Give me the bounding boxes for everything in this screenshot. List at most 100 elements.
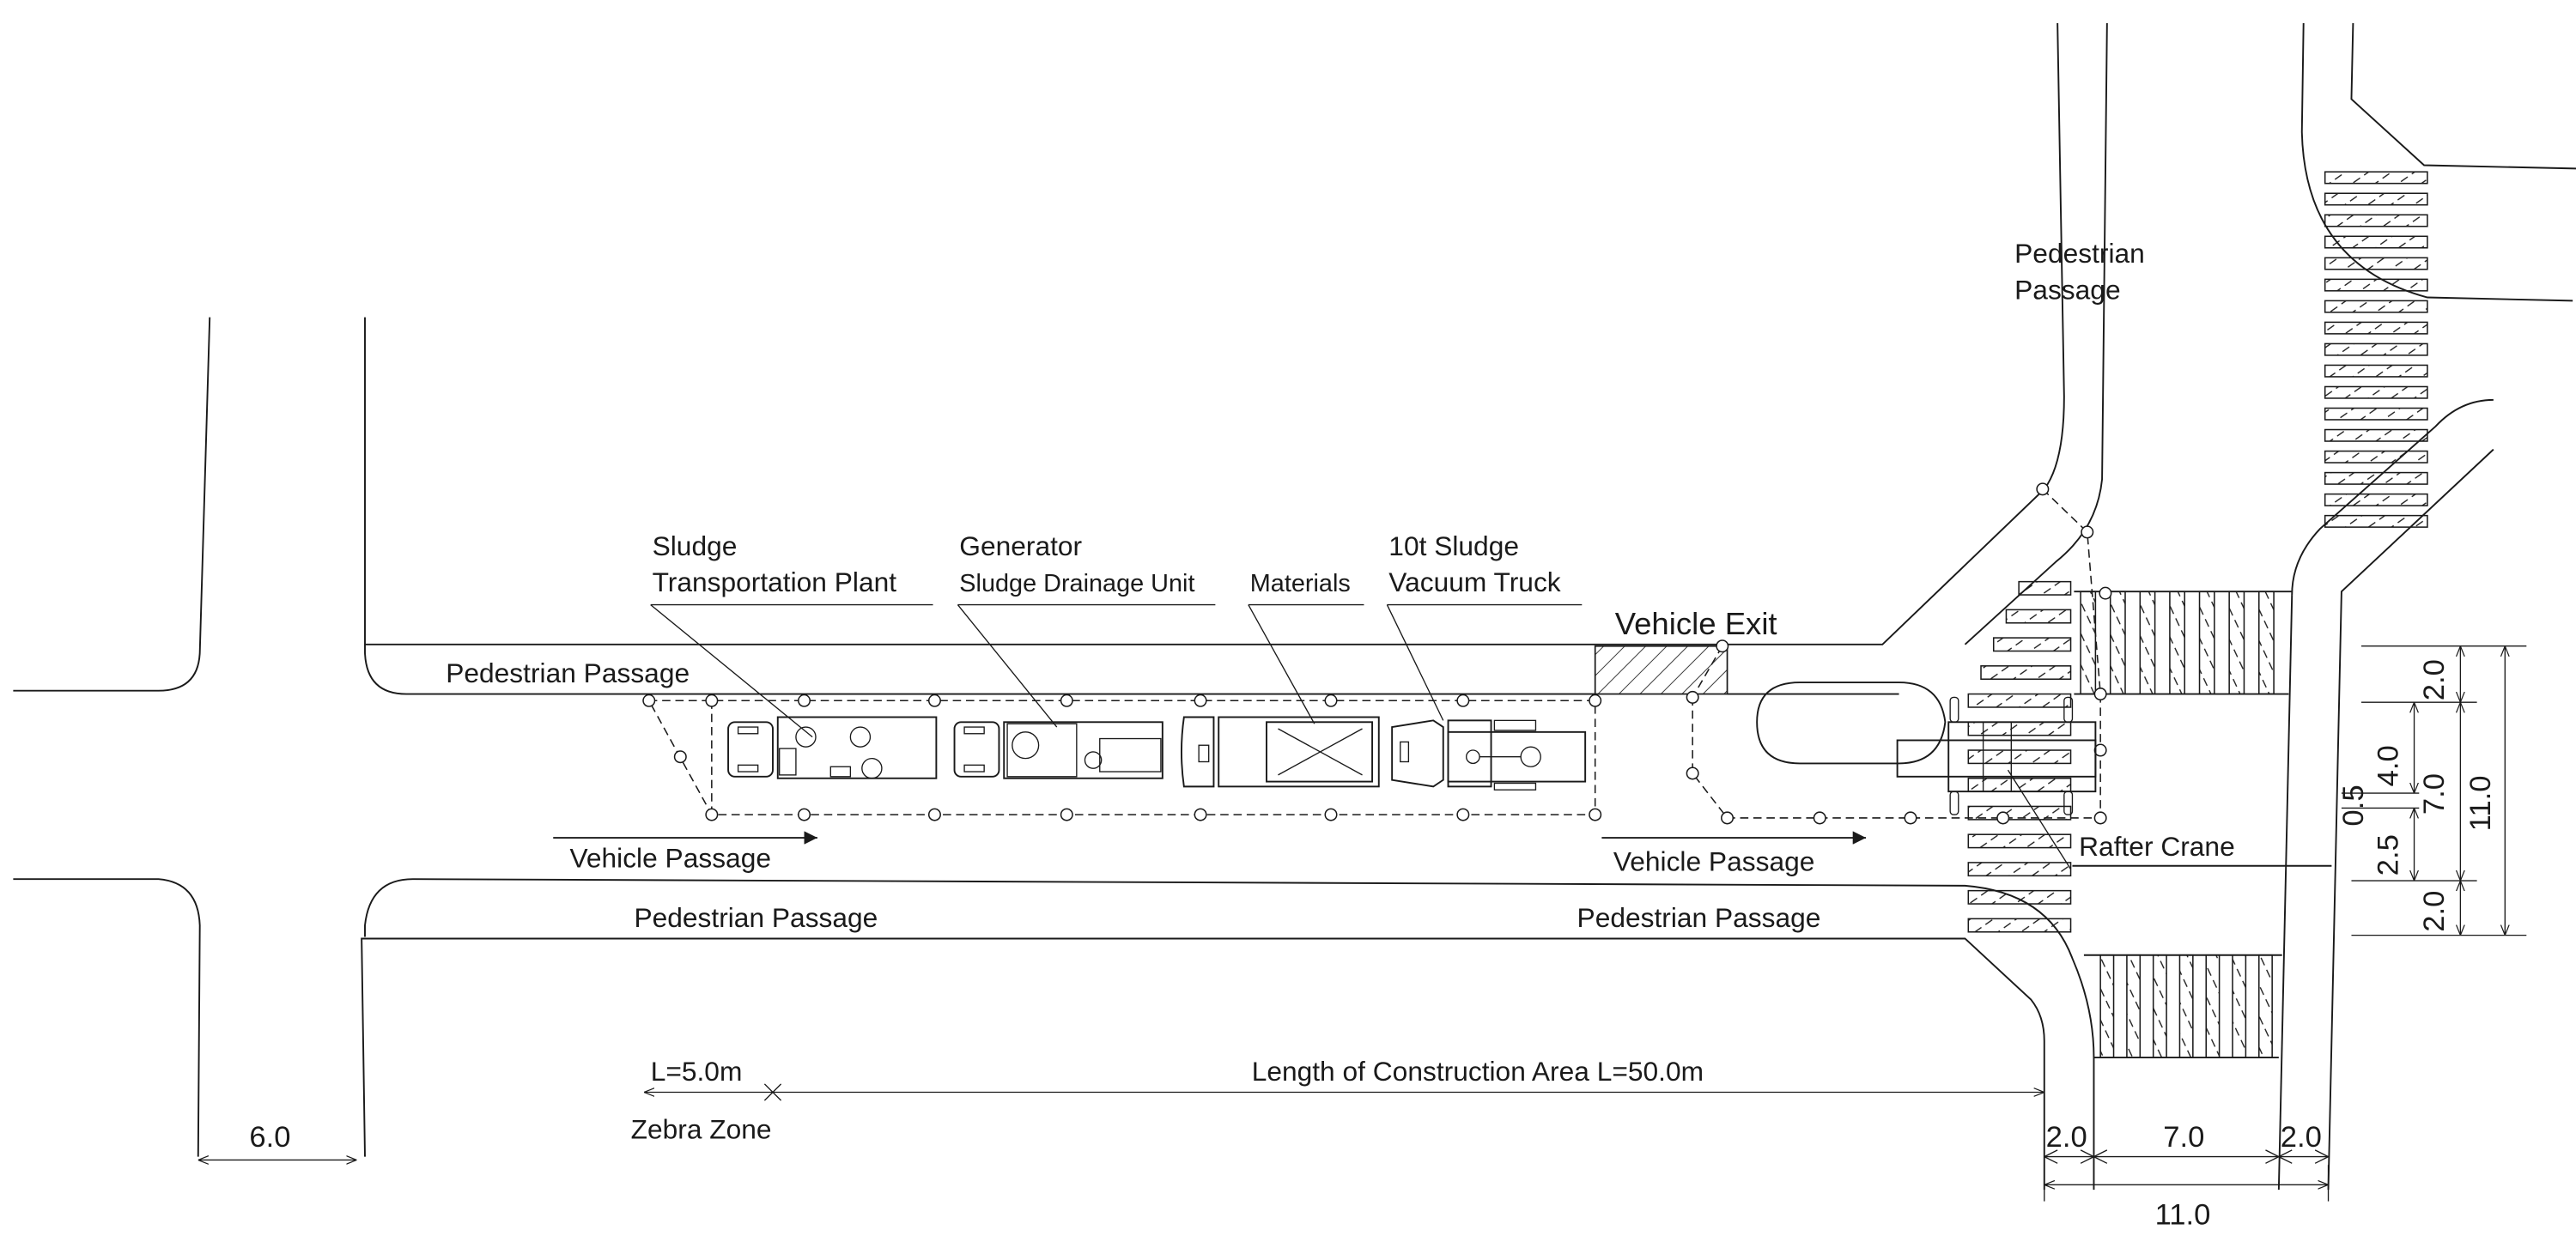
fence-post [1721, 811, 1735, 825]
zebra-stripe [1967, 889, 2072, 905]
left-road-top-edge [13, 317, 211, 692]
svg-text:7.0: 7.0 [2418, 773, 2451, 815]
fence-post [1686, 766, 1699, 780]
label-generator-1: Generator [959, 530, 1082, 561]
zebra-stripe [2324, 278, 2428, 292]
zebra-stripe [2324, 321, 2428, 335]
zebra-stripe [1967, 693, 2072, 708]
fence-post [2099, 586, 2112, 600]
label-materials: Materials [1250, 570, 1351, 597]
zebra-stripe [2205, 954, 2221, 1058]
dimension-construction-length: L=5.0m Zebra Zone Length of Construction… [631, 1056, 2044, 1144]
construction-layout-diagram: Sludge Transportation Plant Generator Sl… [13, 22, 2576, 1232]
label-pedestrian-bottom-left: Pedestrian Passage [634, 902, 878, 933]
zebra-stripe [2099, 954, 2115, 1058]
zebra-crossing-east-top [2074, 591, 2293, 695]
zebra-stripe [1967, 862, 2072, 877]
fence-post [927, 694, 941, 707]
main-top-curb [364, 317, 1595, 695]
zebra-crossing-east-bottom [2083, 954, 2282, 1059]
zebra-crossing-north [2324, 171, 2428, 528]
label-pedestrian-north-1: Pedestrian [2014, 238, 2145, 269]
zebra-stripe [2324, 407, 2428, 421]
upper-right-road-left [1964, 22, 2108, 645]
fence-post [1456, 808, 1470, 821]
svg-text:2.0: 2.0 [2418, 659, 2451, 700]
fence-post [798, 694, 811, 707]
svg-text:2.0: 2.0 [2046, 1121, 2087, 1154]
label-sludge-transport-1: Sludge [653, 530, 738, 561]
label-construction-length: Length of Construction Area L=50.0m [1252, 1056, 1704, 1087]
zebra-stripe [2324, 493, 2428, 506]
zebra-stripe [2139, 591, 2156, 695]
zebra-stripe [2324, 450, 2428, 464]
label-zebra-length: L=5.0m [651, 1056, 743, 1087]
zebra-stripe [2324, 428, 2428, 442]
fence-post [1060, 808, 1073, 821]
zebra-stripe [2005, 609, 2072, 624]
fence-post [673, 750, 687, 764]
label-vacuum-2: Vacuum Truck [1388, 566, 1560, 597]
fence-post [1716, 639, 1729, 653]
zebra-stripe [2324, 342, 2428, 356]
fence-post [1194, 808, 1207, 821]
zebra-stripe [2169, 591, 2186, 695]
zebra-stripe [2324, 192, 2428, 206]
svg-text:7.0: 7.0 [2163, 1121, 2204, 1154]
main-top-sidewalk-edge [365, 22, 2065, 645]
svg-text:11.0: 11.0 [2155, 1199, 2211, 1232]
fence-post [1324, 694, 1338, 707]
fence-post [705, 694, 719, 707]
zebra-stripe [2126, 954, 2142, 1058]
fence-post [705, 808, 719, 821]
zebra-stripe [2324, 235, 2428, 249]
zebra-stripe [2324, 257, 2428, 270]
fence-post [798, 808, 811, 821]
vehicle-exit-area [1594, 645, 1728, 695]
fence-post [1589, 808, 1602, 821]
zebra-stripe [2018, 580, 2072, 596]
label-pedestrian-bottom-right: Pedestrian Passage [1577, 902, 1821, 933]
zebra-stripe [2324, 300, 2428, 313]
label-generator-2: Sludge Drainage Unit [959, 570, 1194, 597]
fence-post [2081, 525, 2094, 539]
zebra-stripe [1980, 665, 2072, 680]
label-vehicle-passage-left: Vehicle Passage [569, 843, 771, 874]
zebra-stripe [2178, 954, 2194, 1058]
fence-post [927, 808, 941, 821]
fence-post [1904, 811, 1917, 825]
label-vehicle-passage-right: Vehicle Passage [1613, 846, 1815, 877]
zebra-stripe [2152, 954, 2167, 1058]
main-bottom-curb [361, 937, 2045, 1191]
label-rafter-crane: Rafter Crane [2079, 831, 2235, 862]
zebra-stripe [2324, 171, 2428, 185]
east-road-west-vertical [2277, 595, 2293, 1191]
zebra-stripe [2232, 954, 2247, 1058]
zebra-stripe [2324, 214, 2428, 227]
zebra-stripe [2324, 514, 2428, 528]
zebra-stripe [1967, 918, 2072, 933]
svg-text:2.0: 2.0 [2281, 1121, 2322, 1154]
svg-text:4.0: 4.0 [2372, 745, 2404, 786]
generator-sludge-drainage-unit [953, 721, 1163, 779]
fence-post [1324, 808, 1338, 821]
zebra-stripe [1992, 637, 2072, 652]
zebra-stripe [2324, 471, 2428, 485]
zebra-stripe [2258, 591, 2275, 695]
sludge-transportation-plant [727, 716, 938, 779]
label-vehicle-exit: Vehicle Exit [1615, 606, 1777, 641]
fence-post [2093, 811, 2107, 825]
zebra-stripe [2258, 954, 2273, 1058]
fence-post [642, 694, 656, 707]
fence-post [1589, 694, 1602, 707]
svg-text:11.0: 11.0 [2464, 775, 2497, 831]
fence-post [1060, 694, 1073, 707]
fence-post [2093, 688, 2107, 701]
svg-text:0.5: 0.5 [2337, 785, 2370, 826]
zebra-stripe [2324, 364, 2428, 378]
svg-text:2.5: 2.5 [2372, 834, 2404, 876]
fence-post [1456, 694, 1470, 707]
label-zebra-zone: Zebra Zone [631, 1113, 772, 1144]
north-road-east-edge [2350, 22, 2576, 170]
zebra-stripe [2228, 591, 2245, 695]
